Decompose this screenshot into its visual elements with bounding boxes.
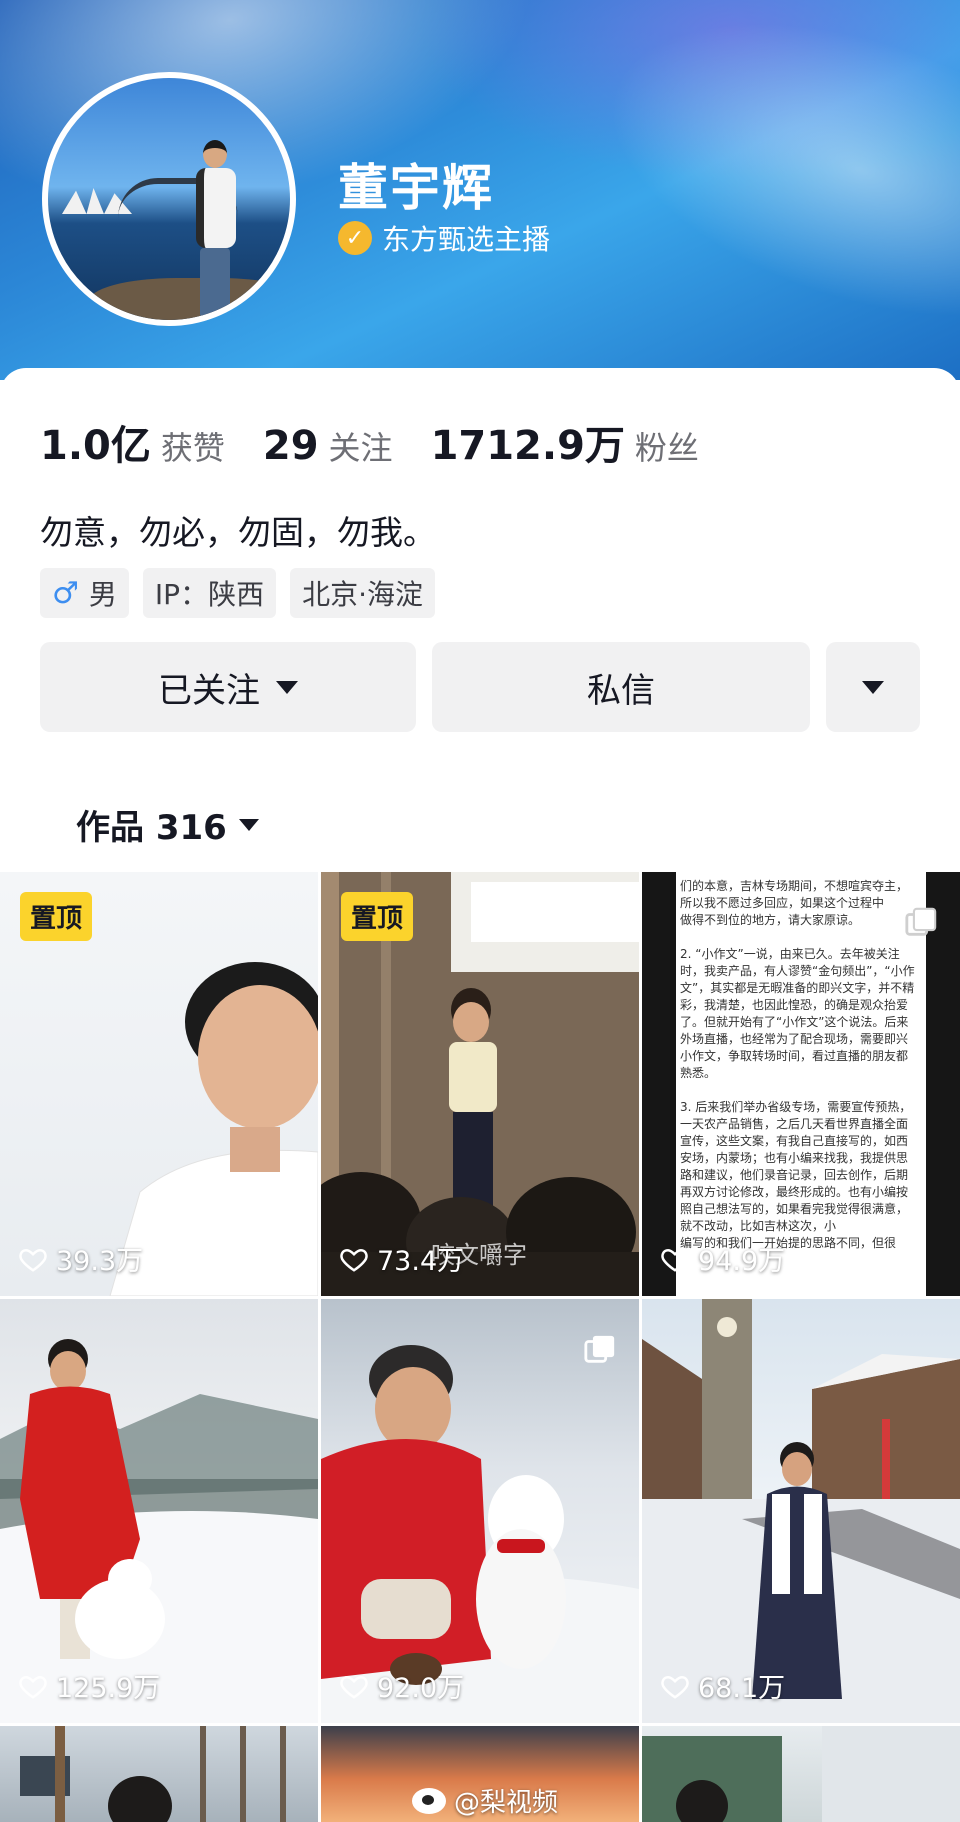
stat-label: 粉丝 xyxy=(634,429,699,467)
tag-gender: ♂ 男 xyxy=(40,568,129,618)
video-thumbnail xyxy=(642,1726,960,1822)
video-tile[interactable]: 置顶 39.3万 xyxy=(0,872,318,1296)
like-count-text: 92.0万 xyxy=(377,1673,465,1704)
followed-button[interactable]: 已关注 xyxy=(40,642,416,732)
video-tile[interactable]: 68.1万 xyxy=(642,1299,960,1723)
tag-gender-label: 男 xyxy=(88,578,117,611)
text-post-line: 照自己想法写的，如果看完我觉得很满意， xyxy=(680,1202,909,1216)
video-tile[interactable] xyxy=(0,1726,318,1822)
video-tile[interactable] xyxy=(642,1726,960,1822)
tag-location-label: 北京·海淀 xyxy=(302,578,423,611)
avatar-scene-rock xyxy=(88,278,290,320)
video-like-count: 94.9万 xyxy=(660,1239,785,1278)
pinned-badge: 置顶 xyxy=(341,892,414,941)
video-tile[interactable]: 92.0万 xyxy=(321,1299,639,1723)
heart-icon xyxy=(661,1248,689,1272)
text-post-line: 彩，我清楚，也因此惶恐，的确是观众抬爱 xyxy=(680,998,909,1012)
stat-label: 关注 xyxy=(328,429,393,467)
message-button[interactable]: 私信 xyxy=(432,642,810,732)
video-like-count: 73.4万 xyxy=(339,1239,464,1278)
heart-icon xyxy=(340,1248,368,1272)
text-post-line: 们的本意，吉林专场期间，不想喧宾夺主， xyxy=(680,879,909,893)
caret-down-icon xyxy=(276,680,298,694)
video-thumbnail xyxy=(0,1339,318,1723)
like-count-text: 73.4万 xyxy=(377,1246,465,1277)
verified-label: 东方甄选主播 xyxy=(382,223,551,256)
stat-followers[interactable]: 1712.9万 粉丝 xyxy=(431,413,699,471)
video-tile[interactable]: 们的本意，吉林专场期间，不想喧宾夺主， 所以我不愿过多回应，如果这个过程中 做得不到… xyxy=(642,872,960,1296)
text-post-line: 所以我不愿过多回应，如果这个过程中 xyxy=(680,896,885,910)
video-like-count: 125.9万 xyxy=(18,1666,160,1705)
video-thumbnail xyxy=(642,1299,960,1723)
text-post-line: 时，我卖产品，有人谬赞“金句频出”，“小作 xyxy=(680,964,915,978)
text-post-line: 宣传，这些文案，有我自己直接写的，如西 xyxy=(680,1134,909,1148)
caret-down-icon xyxy=(862,680,884,694)
text-post-page: 们的本意，吉林专场期间，不想喧宾夺主， 所以我不愿过多回应，如果这个过程中 做得不到… xyxy=(676,872,926,1296)
tag-ip: IP：陕西 xyxy=(142,568,277,618)
text-post-line: 一天农产品销售，之后几天看世界直播全面 xyxy=(680,1117,909,1131)
message-button-label: 私信 xyxy=(587,670,655,711)
caret-down-icon xyxy=(238,818,259,831)
watermark-text: @梨视频 xyxy=(454,1788,559,1818)
text-post-line: 熟悉。 xyxy=(680,1066,717,1080)
video-thumbnail xyxy=(20,1726,286,1822)
text-post-line: 就不改动，比如吉林这次，小 xyxy=(680,1219,837,1233)
text-post-line: 3. 后来我们举办省级专场，需要宣传预热， xyxy=(680,1100,912,1114)
stat-likes: 1.0亿 获赞 xyxy=(40,413,225,471)
watermark: @梨视频 xyxy=(412,1782,558,1819)
profile-name: 董宇辉 xyxy=(338,159,494,217)
stat-label: 获赞 xyxy=(160,429,225,467)
avatar-person xyxy=(196,168,236,248)
profile-card: 1.0亿 获赞 29 关注 1712.9万 粉丝 勿意，勿必，勿固，勿我。 ♂ … xyxy=(0,368,960,878)
avatar-person xyxy=(203,140,227,168)
avatar[interactable] xyxy=(42,72,296,326)
heart-icon xyxy=(340,1675,368,1699)
like-count-text: 39.3万 xyxy=(56,1246,144,1277)
profile-tags: ♂ 男 IP：陕西 北京·海淀 xyxy=(40,568,435,618)
verification-row: ✓ 东方甄选主播 xyxy=(338,218,550,258)
text-post-line: 小作文，争取转场时间，看过直播的朋友都 xyxy=(680,1049,909,1063)
multi-image-icon xyxy=(584,1335,615,1363)
text-post-line xyxy=(680,1082,922,1099)
video-tile[interactable]: 置顶 咬文嚼字 73.4万 xyxy=(321,872,639,1296)
profile-bio: 勿意，勿必，勿固，勿我。 xyxy=(40,513,436,552)
multi-image-icon xyxy=(905,907,937,936)
weibo-logo-icon xyxy=(412,1787,446,1814)
stat-value: 1712.9万 xyxy=(430,423,625,469)
followed-button-label: 已关注 xyxy=(158,670,260,711)
video-tile[interactable]: 125.9万 xyxy=(0,1299,318,1723)
video-like-count: 39.3万 xyxy=(18,1239,143,1278)
stat-value: 29 xyxy=(262,423,319,469)
verified-check-icon: ✓ xyxy=(338,221,372,255)
text-post-line: 再双方讨论修改，最终形成的。也有小编按 xyxy=(680,1185,909,1199)
male-icon: ♂ xyxy=(52,575,79,611)
text-post-line: 安场，内蒙场；也有小编来找我，我提供思 xyxy=(680,1151,909,1165)
text-post-line: 路和建议，他们录音记录，回去创作，后期 xyxy=(680,1168,909,1182)
tag-location: 北京·海淀 xyxy=(290,568,435,618)
like-count-text: 94.9万 xyxy=(698,1246,786,1277)
heart-icon xyxy=(19,1675,47,1699)
heart-icon xyxy=(19,1248,47,1272)
like-count-text: 68.1万 xyxy=(698,1673,786,1704)
stat-following[interactable]: 29 关注 xyxy=(263,423,393,469)
text-post-line: 外场直播，也经常为了配合现场，需要即兴 xyxy=(680,1032,909,1046)
text-post-line: 2. “小作文”一说，由来已久。去年被关注 xyxy=(680,947,900,961)
video-like-count: 68.1万 xyxy=(660,1666,785,1705)
tab-works[interactable]: 作品 316 xyxy=(76,800,259,849)
stat-value: 1.0亿 xyxy=(40,423,151,469)
more-options-button[interactable] xyxy=(826,642,920,732)
text-post-line xyxy=(680,929,922,946)
video-like-count: 92.0万 xyxy=(339,1666,464,1705)
text-post-line: 文”，其实都是无暇准备的即兴文字，并不精 xyxy=(680,981,915,995)
like-count-text: 125.9万 xyxy=(56,1673,161,1704)
text-post-line: 做得不到位的地方，请大家原谅。 xyxy=(680,913,861,927)
tag-ip-label: IP：陕西 xyxy=(154,578,265,611)
tab-works-label: 作品 316 xyxy=(76,808,227,848)
pinned-badge: 置顶 xyxy=(20,892,93,941)
text-post-line: 了。但就开始有了“小作文”这个说法。后来 xyxy=(680,1015,909,1029)
stats-row: 1.0亿 获赞 29 关注 1712.9万 粉丝 xyxy=(40,413,737,471)
heart-icon xyxy=(661,1675,689,1699)
text-post-content: 们的本意，吉林专场期间，不想喧宾夺主， 所以我不愿过多回应，如果这个过程中 做得不到… xyxy=(680,878,922,1252)
avatar-person xyxy=(200,248,230,318)
